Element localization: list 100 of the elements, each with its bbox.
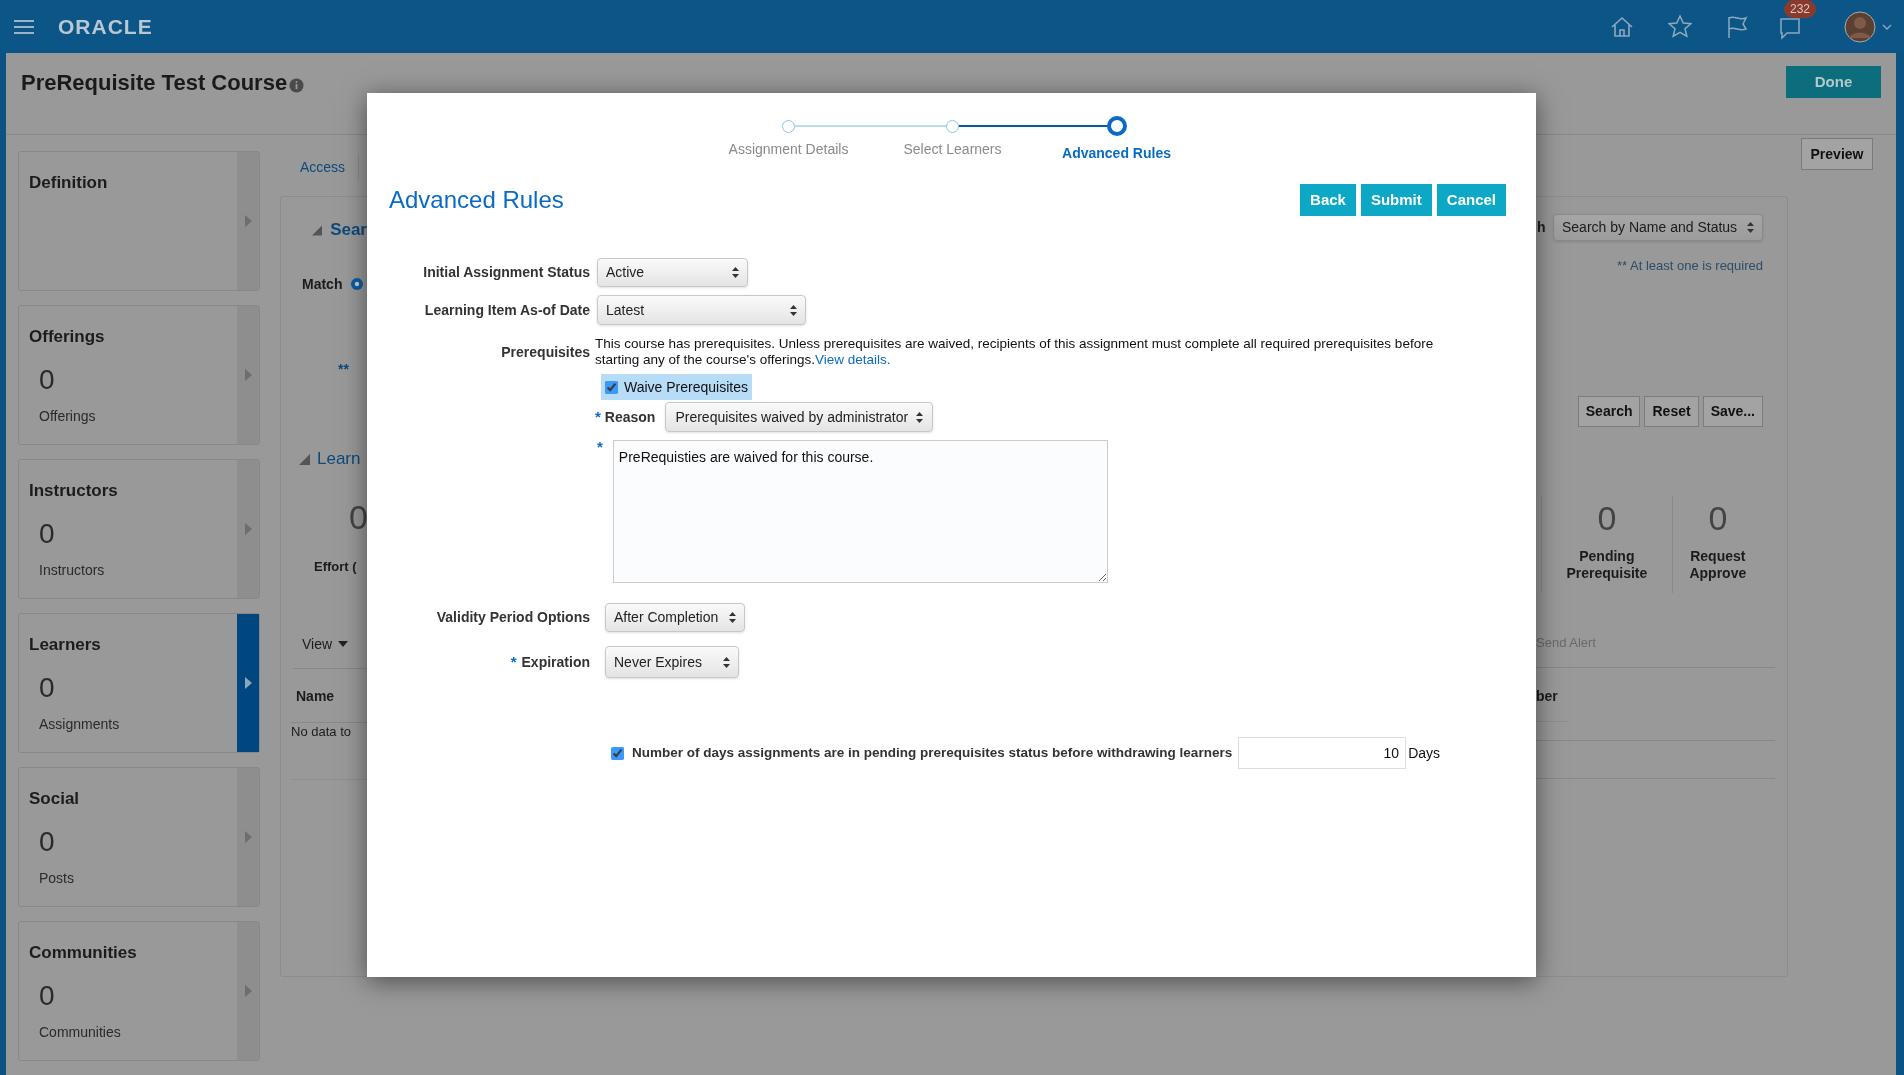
oracle-logo: ORACLE [58,13,153,40]
view-details-link[interactable]: View details. [814,352,891,367]
card-title: Communities [29,942,138,964]
card-count: 0 [38,825,56,858]
checkbox[interactable] [605,380,618,394]
sidebar-card[interactable]: Instructors 0 Instructors [18,459,260,599]
radio-button[interactable] [350,277,365,291]
select-field[interactable]: After Completion [605,603,745,632]
card-count: 0 [38,363,56,396]
flag-icon [1726,14,1748,39]
sort-arrows-icon [732,267,739,278]
checkbox-label: Waive Prerequisites [624,377,748,397]
card-title: Social [29,788,81,810]
section-title: Learn [317,448,361,471]
collapse-icon [312,224,323,236]
required-marker: * [595,406,601,427]
avatar-icon [1844,10,1876,43]
sort-arrows-icon [790,304,797,316]
stat-value: 0 [1708,498,1728,539]
sidebar-card[interactable]: Offerings 0 Offerings [18,305,260,445]
action-button[interactable]: Search [1577,396,1641,427]
stat-value: 0 [1597,498,1617,539]
page-title: PreRequisite Test Course [21,69,288,97]
stat-label: Request Approve [1688,548,1748,582]
column-header: Name [296,686,335,706]
field-label: Prerequisites [501,343,590,362]
sidebar-card[interactable]: Social 0 Posts [18,767,260,907]
sidebar-card[interactable]: Communities 0 Communities [18,921,260,1061]
comment-field[interactable]: PreRequisties are waived for this course. [612,440,1108,583]
required-mark: ** [338,359,349,379]
column-header: ber [1536,686,1558,706]
sort-arrows-icon [729,612,736,623]
checkbox[interactable] [611,746,624,760]
section-title: Sear [330,219,367,242]
select-field[interactable]: Latest [597,295,806,325]
card-caption: Offerings [38,406,97,426]
collapse-icon [299,453,310,465]
field-label: Reason [604,407,656,427]
caret-right-icon [244,985,252,997]
caret-right-icon [244,215,252,227]
unit-label: Days [1408,743,1441,763]
sidebar-card[interactable]: Definition [18,151,260,291]
field-label: Initial Assignment Status [423,263,590,282]
dialog-title: Advanced Rules [389,185,564,215]
sort-arrows-icon [916,411,924,423]
star-icon [1668,15,1692,38]
match-label: Match [302,274,343,294]
card-title: Definition [29,172,109,194]
field-label: Validity Period Options [436,608,590,627]
step-label[interactable]: Select Learners [903,139,1002,160]
card-caption: Instructors [38,560,106,580]
select-field[interactable]: Never Expires [605,646,739,678]
prerequisites-text: This course has prerequisites. Unless prerequisites are waived, recipients of this assignment must complete all required prerequisites before starting any of the course's offerings.View details. [595,336,1435,368]
done-button[interactable]: Done [1786,66,1881,98]
search-label: h [1536,218,1546,237]
step-marker[interactable] [1106,116,1127,136]
required-marker: * [510,651,517,672]
caret-down-icon [338,641,349,647]
sort-arrows-icon [1747,222,1754,233]
select-field[interactable]: Prerequisites waived by administrator [665,402,934,432]
menu-icon [14,18,34,35]
days-field[interactable]: 10 [1238,737,1407,769]
step-label[interactable]: Assignment Details [728,139,849,160]
step-marker[interactable] [946,119,959,133]
info-icon [289,78,305,93]
stat-label: Pending Prerequisite [1565,548,1649,582]
home-icon [1610,15,1634,38]
preview-button[interactable]: Preview [1801,138,1873,170]
stat-value: 0 [349,496,368,538]
action-button[interactable]: Save... [1702,396,1763,427]
step-marker[interactable] [782,119,795,133]
caret-right-icon [244,677,252,689]
card-title: Offerings [29,326,106,348]
caret-right-icon [244,523,252,535]
required-note: ** At least one is required [1617,257,1763,272]
card-count: 0 [38,517,56,550]
card-count: 0 [38,671,56,704]
caret-down-icon [1882,23,1892,30]
stat-label: Effort ( [314,558,357,577]
sort-arrows-icon [723,656,730,668]
access-tab[interactable]: Access [300,157,359,178]
required-marker: * [597,440,603,457]
field-label: Learning Item As-of Date [424,300,590,320]
caret-right-icon [244,831,252,843]
view-menu[interactable]: View [302,633,333,655]
card-title: Instructors [29,480,119,502]
field-label: Expiration [521,652,590,672]
select-field[interactable]: Active [597,258,748,287]
step-label[interactable]: Advanced Rules [1062,143,1171,164]
card-count: 0 [38,979,56,1012]
card-caption: Assignments [38,714,121,734]
card-title: Learners [29,634,102,656]
chat-icon [1778,15,1802,40]
sidebar-card[interactable]: Learners 0 Assignments [18,613,260,753]
caret-right-icon [244,369,252,381]
action-button[interactable]: Reset [1644,396,1699,427]
select-field[interactable]: Search by Name and Status [1553,214,1763,241]
card-caption: Posts [38,868,75,888]
checkbox-label: Number of days assignments are in pending prerequisites status before withdrawing learners [632,743,1233,762]
card-caption: Communities [38,1022,122,1042]
